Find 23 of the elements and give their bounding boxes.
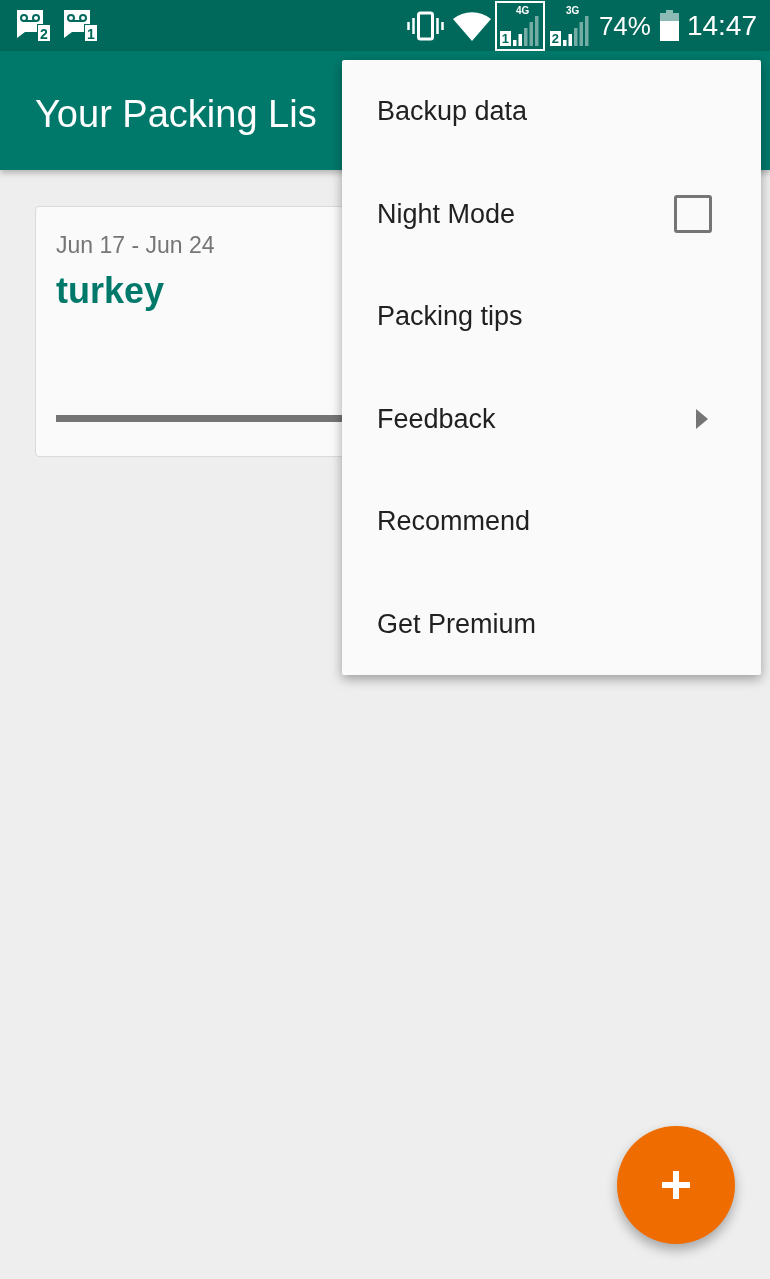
plus-icon: [662, 1171, 690, 1199]
battery-percentage: 74%: [598, 10, 651, 41]
network-type: 4G: [515, 5, 530, 16]
submenu-arrow-icon: [696, 408, 708, 429]
sim-number-badge: 2: [37, 23, 51, 42]
menu-item[interactable]: Night Mode: [377, 196, 516, 231]
checkbox[interactable]: [674, 194, 712, 233]
add-button[interactable]: [617, 1126, 735, 1244]
trip-name: turkey: [56, 269, 166, 313]
trip-dates: Jun 17 - Jun 24: [56, 231, 216, 259]
signal-bars-icon: [512, 15, 540, 46]
network-type: 3G: [565, 5, 580, 16]
sim-number-badge: 1: [84, 23, 98, 42]
clock-time: 14:47: [686, 10, 757, 41]
menu-item[interactable]: Feedback: [377, 401, 496, 436]
menu-item[interactable]: Packing tips: [377, 299, 523, 334]
menu-item[interactable]: Recommend: [377, 504, 531, 539]
vibrate-icon: [406, 10, 444, 41]
app-title: Your Packing Lis: [35, 91, 317, 137]
menu-item[interactable]: Get Premium: [377, 606, 537, 641]
battery-icon: [659, 10, 679, 41]
menu-item[interactable]: Backup data: [377, 94, 528, 129]
wifi-icon: [452, 10, 491, 41]
